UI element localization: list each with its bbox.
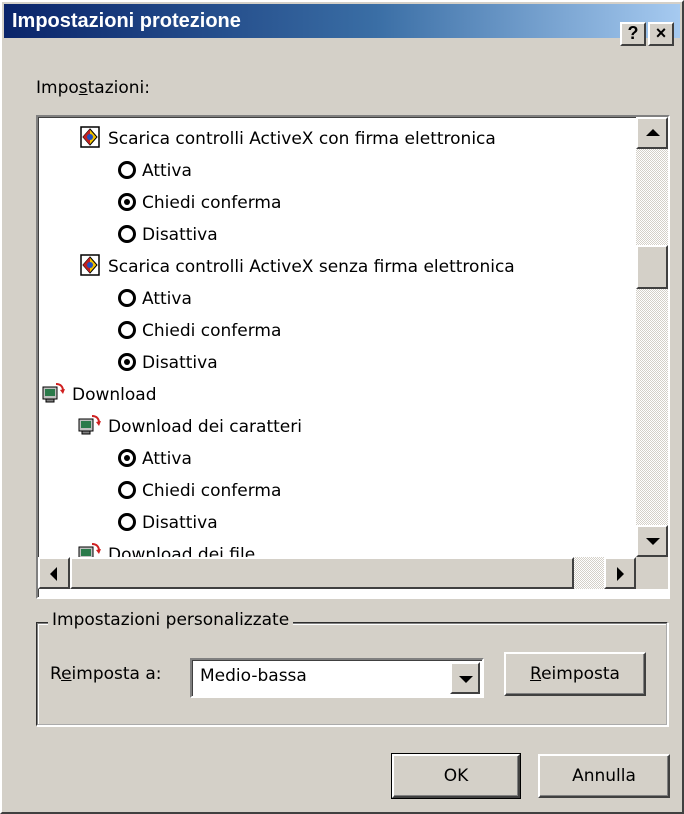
tree-item-label: Scarica controlli ActiveX senza firma el… (108, 257, 515, 277)
reset-button[interactable]: Reimposta (504, 652, 646, 696)
ok-button[interactable]: OK (391, 753, 521, 799)
reset-level-dropdown-button[interactable] (450, 662, 480, 694)
activex-icon (78, 125, 102, 149)
radio-option[interactable]: Disattiva (118, 219, 218, 251)
tree-item-label: Download dei caratteri (108, 417, 302, 437)
tree-item-label: Attiva (142, 161, 192, 181)
custom-settings-legend: Impostazioni personalizzate (48, 610, 294, 630)
settings-label: Impostazioni: (36, 78, 150, 98)
arrow-left-icon (50, 567, 57, 581)
help-button[interactable]: ? (620, 22, 646, 46)
radio-selected-icon[interactable] (118, 449, 136, 467)
tree-category[interactable]: Scarica controlli ActiveX senza firma el… (78, 251, 515, 283)
scroll-right-button[interactable] (604, 557, 636, 589)
tree-item-label: Disattiva (142, 353, 218, 373)
arrow-right-icon (617, 567, 624, 581)
radio-selected-icon[interactable] (118, 353, 136, 371)
tree-category[interactable]: Download dei caratteri (78, 411, 302, 443)
reset-level-select[interactable]: Medio-bassa (190, 658, 484, 698)
download-icon (42, 381, 66, 405)
tree-item-label: Chiedi conferma (142, 481, 282, 501)
title-bar: Impostazioni protezione (4, 4, 680, 38)
radio-option[interactable]: Attiva (118, 283, 192, 315)
vertical-scrollbar[interactable] (636, 117, 668, 557)
tree-item-label: Chiedi conferma (142, 193, 282, 213)
security-settings-dialog: Impostazioni protezione ? × Impostazioni… (0, 0, 684, 814)
activex-icon (78, 253, 102, 277)
radio-unselected-icon[interactable] (118, 481, 136, 499)
radio-option[interactable]: Disattiva (118, 507, 218, 539)
download-icon (78, 541, 102, 557)
radio-option[interactable]: Attiva (118, 443, 192, 475)
arrow-up-icon (646, 129, 660, 136)
tree-item-label: Attiva (142, 449, 192, 469)
radio-unselected-icon[interactable] (118, 225, 136, 243)
horizontal-scroll-thumb[interactable] (70, 557, 574, 589)
close-icon: × (655, 23, 667, 43)
reset-to-label: Reimposta a: (50, 664, 162, 684)
radio-option[interactable]: Chiedi conferma (118, 475, 281, 507)
radio-unselected-icon[interactable] (118, 289, 136, 307)
tree-item-label: Scarica controlli ActiveX con firma elet… (108, 129, 496, 149)
scrollbar-corner (636, 557, 668, 589)
help-icon: ? (627, 23, 639, 43)
radio-option[interactable]: Attiva (118, 155, 192, 187)
radio-option[interactable]: Disattiva (118, 347, 218, 379)
settings-tree-list[interactable]: Scarica controlli ActiveX con firma elet… (36, 115, 670, 599)
radio-unselected-icon[interactable] (118, 513, 136, 531)
download-icon (78, 413, 102, 437)
tree-item-label: Disattiva (142, 513, 218, 533)
tree-item-label: Download dei file (108, 545, 256, 557)
scroll-down-button[interactable] (636, 525, 668, 557)
radio-unselected-icon[interactable] (118, 161, 136, 179)
tree-category[interactable]: Download dei file (78, 539, 255, 557)
tree-item-label: Disattiva (142, 225, 218, 245)
scroll-left-button[interactable] (38, 557, 70, 589)
arrow-down-icon (646, 538, 660, 545)
chevron-down-icon (459, 676, 473, 683)
close-button[interactable]: × (648, 22, 674, 46)
tree-group[interactable]: Download (42, 379, 157, 411)
radio-option[interactable]: Chiedi conferma (118, 315, 281, 347)
cancel-button[interactable]: Annulla (538, 754, 670, 798)
tree-category[interactable]: Scarica controlli ActiveX con firma elet… (78, 123, 496, 155)
scroll-up-button[interactable] (636, 117, 668, 149)
settings-tree: Scarica controlli ActiveX con firma elet… (38, 117, 634, 557)
horizontal-scrollbar[interactable] (38, 557, 636, 589)
window-title: Impostazioni protezione (12, 10, 241, 32)
tree-item-label: Chiedi conferma (142, 321, 282, 341)
tree-item-label: Download (72, 385, 157, 405)
radio-selected-icon[interactable] (118, 193, 136, 211)
reset-level-value: Medio-bassa (200, 666, 307, 686)
tree-item-label: Attiva (142, 289, 192, 309)
vertical-scroll-thumb[interactable] (636, 245, 668, 289)
radio-option[interactable]: Chiedi conferma (118, 187, 281, 219)
radio-unselected-icon[interactable] (118, 321, 136, 339)
